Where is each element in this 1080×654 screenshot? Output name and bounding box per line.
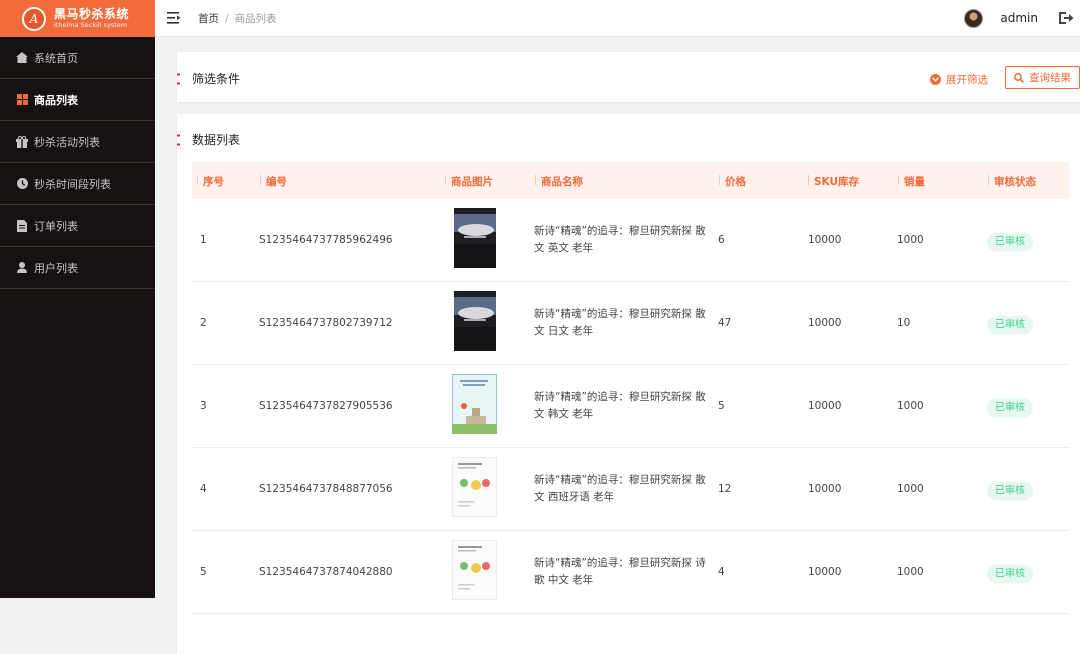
column-header: 商品名称 <box>541 174 583 189</box>
product-price: 47 <box>718 317 731 329</box>
sku-stock: 10000 <box>808 317 841 329</box>
home-icon <box>16 52 28 64</box>
main-content: 筛选条件 展开筛选 查询结果 数据列表 序号 编号 商品图片 商品名称 价格 S… <box>155 37 1080 598</box>
sidebar-item-orders[interactable]: 订单列表 <box>0 205 155 247</box>
product-price: 12 <box>718 483 731 495</box>
sidebar-item-label: 商品列表 <box>34 92 78 108</box>
sidebar-item-seckill-timeslots[interactable]: 秒杀时间段列表 <box>0 163 155 205</box>
user-area: admin <box>964 9 1080 28</box>
expand-filter-label: 展开筛选 <box>946 72 988 87</box>
app-logo[interactable]: A 黑马秒杀系统 itheima Seckill system <box>0 0 155 37</box>
table-row[interactable]: 3 S1235464737827905536 新诗“精魂”的追寻：穆旦研究新探 … <box>192 365 1069 448</box>
sidebar-item-label: 订单列表 <box>34 218 78 234</box>
data-list-panel: 数据列表 序号 编号 商品图片 商品名称 价格 SKU库存 销量 审核状态 1 … <box>177 114 1080 654</box>
sales-count: 1000 <box>897 483 924 495</box>
product-price: 5 <box>718 400 725 412</box>
sidebar-item-label: 秒杀活动列表 <box>34 134 100 150</box>
chevron-down-icon <box>930 74 941 85</box>
column-header: 价格 <box>725 174 746 189</box>
breadcrumb: 首页 / 商品列表 <box>198 11 277 26</box>
product-code: S1235464737848877056 <box>259 483 393 495</box>
product-image[interactable] <box>452 374 497 434</box>
status-badge: 已审核 <box>987 482 1033 501</box>
row-index: 2 <box>200 317 207 329</box>
product-image[interactable] <box>454 208 496 268</box>
sidebar-item-users[interactable]: 用户列表 <box>0 247 155 289</box>
sidebar-item-home[interactable]: 系统首页 <box>0 37 155 79</box>
search-icon <box>1014 73 1024 83</box>
top-header: 首页 / 商品列表 admin <box>155 0 1080 37</box>
app-title: 黑马秒杀系统 <box>54 8 129 20</box>
table-row[interactable]: 4 S1235464737848877056 新诗“精魂”的追寻：穆旦研究新探 … <box>192 448 1069 531</box>
status-badge: 已审核 <box>987 565 1033 584</box>
sales-count: 1000 <box>897 566 924 578</box>
query-button[interactable]: 查询结果 <box>1005 66 1080 89</box>
filter-panel: 筛选条件 展开筛选 查询结果 <box>177 52 1080 102</box>
product-price: 6 <box>718 234 725 246</box>
document-icon <box>16 220 28 232</box>
row-index: 3 <box>200 400 207 412</box>
column-header: 编号 <box>266 174 287 189</box>
column-header: 序号 <box>203 174 224 189</box>
product-image[interactable] <box>452 457 497 517</box>
expand-filter-button[interactable]: 展开筛选 <box>930 72 988 87</box>
breadcrumb-current: 商品列表 <box>235 13 277 25</box>
logout-icon[interactable] <box>1058 10 1074 26</box>
column-header: 商品图片 <box>451 174 493 189</box>
status-badge: 已审核 <box>987 399 1033 418</box>
list-title: 数据列表 <box>192 131 240 148</box>
table-header: 序号 编号 商品图片 商品名称 价格 SKU库存 销量 审核状态 <box>192 162 1069 199</box>
product-code: S1235464737827905536 <box>259 400 393 412</box>
table-row[interactable]: 1 S1235464737785962496 新诗“精魂”的追寻：穆旦研究新探 … <box>192 199 1069 282</box>
clock-icon <box>16 178 28 190</box>
column-header: 销量 <box>904 174 925 189</box>
breadcrumb-separator: / <box>225 13 229 25</box>
row-index: 5 <box>200 566 207 578</box>
row-index: 4 <box>200 483 207 495</box>
sidebar: A 黑马秒杀系统 itheima Seckill system 系统首页 商品列… <box>0 0 155 598</box>
product-price: 4 <box>718 566 725 578</box>
app-subtitle: itheima Seckill system <box>54 22 129 29</box>
product-code: S1235464737802739712 <box>259 317 393 329</box>
table-row[interactable]: 5 S1235464737874042880 新诗“精魂”的追寻：穆旦研究新探 … <box>192 531 1069 614</box>
username[interactable]: admin <box>1000 11 1038 25</box>
column-header: SKU库存 <box>814 174 859 189</box>
gift-icon <box>16 136 28 148</box>
sidebar-item-products[interactable]: 商品列表 <box>0 79 155 121</box>
product-name: 新诗“精魂”的追寻：穆旦研究新探 散文 西班牙语 老年 <box>534 472 714 506</box>
product-name: 新诗“精魂”的追寻：穆旦研究新探 诗歌 中文 老年 <box>534 555 714 589</box>
product-name: 新诗“精魂”的追寻：穆旦研究新探 散文 英文 老年 <box>534 223 714 257</box>
grid-icon <box>16 94 28 106</box>
column-header: 审核状态 <box>994 174 1036 189</box>
status-badge: 已审核 <box>987 316 1033 335</box>
sidebar-item-label: 系统首页 <box>34 50 78 66</box>
sales-count: 1000 <box>897 400 924 412</box>
user-icon <box>16 262 28 274</box>
sku-stock: 10000 <box>808 400 841 412</box>
sidebar-item-label: 秒杀时间段列表 <box>34 176 111 192</box>
product-image[interactable] <box>454 291 496 351</box>
row-index: 1 <box>200 234 207 246</box>
sales-count: 10 <box>897 317 910 329</box>
status-badge: 已审核 <box>987 233 1033 252</box>
table-row[interactable]: 2 S1235464737802739712 新诗“精魂”的追寻：穆旦研究新探 … <box>192 282 1069 365</box>
product-code: S1235464737785962496 <box>259 234 393 246</box>
logo-text: 黑马秒杀系统 itheima Seckill system <box>54 8 129 29</box>
menu-toggle-icon[interactable] <box>167 12 181 24</box>
sku-stock: 10000 <box>808 483 841 495</box>
product-name: 新诗“精魂”的追寻：穆旦研究新探 散文 韩文 老年 <box>534 389 714 423</box>
sidebar-item-seckill-activities[interactable]: 秒杀活动列表 <box>0 121 155 163</box>
product-name: 新诗“精魂”的追寻：穆旦研究新探 散文 日文 老年 <box>534 306 714 340</box>
sidebar-item-label: 用户列表 <box>34 260 78 276</box>
logo-mark-icon: A <box>22 7 46 31</box>
sku-stock: 10000 <box>808 566 841 578</box>
query-button-label: 查询结果 <box>1029 70 1071 85</box>
sales-count: 1000 <box>897 234 924 246</box>
filter-title: 筛选条件 <box>192 70 240 87</box>
sku-stock: 10000 <box>808 234 841 246</box>
breadcrumb-home[interactable]: 首页 <box>198 13 219 25</box>
product-image[interactable] <box>452 540 497 600</box>
avatar[interactable] <box>964 9 983 28</box>
product-code: S1235464737874042880 <box>259 566 393 578</box>
